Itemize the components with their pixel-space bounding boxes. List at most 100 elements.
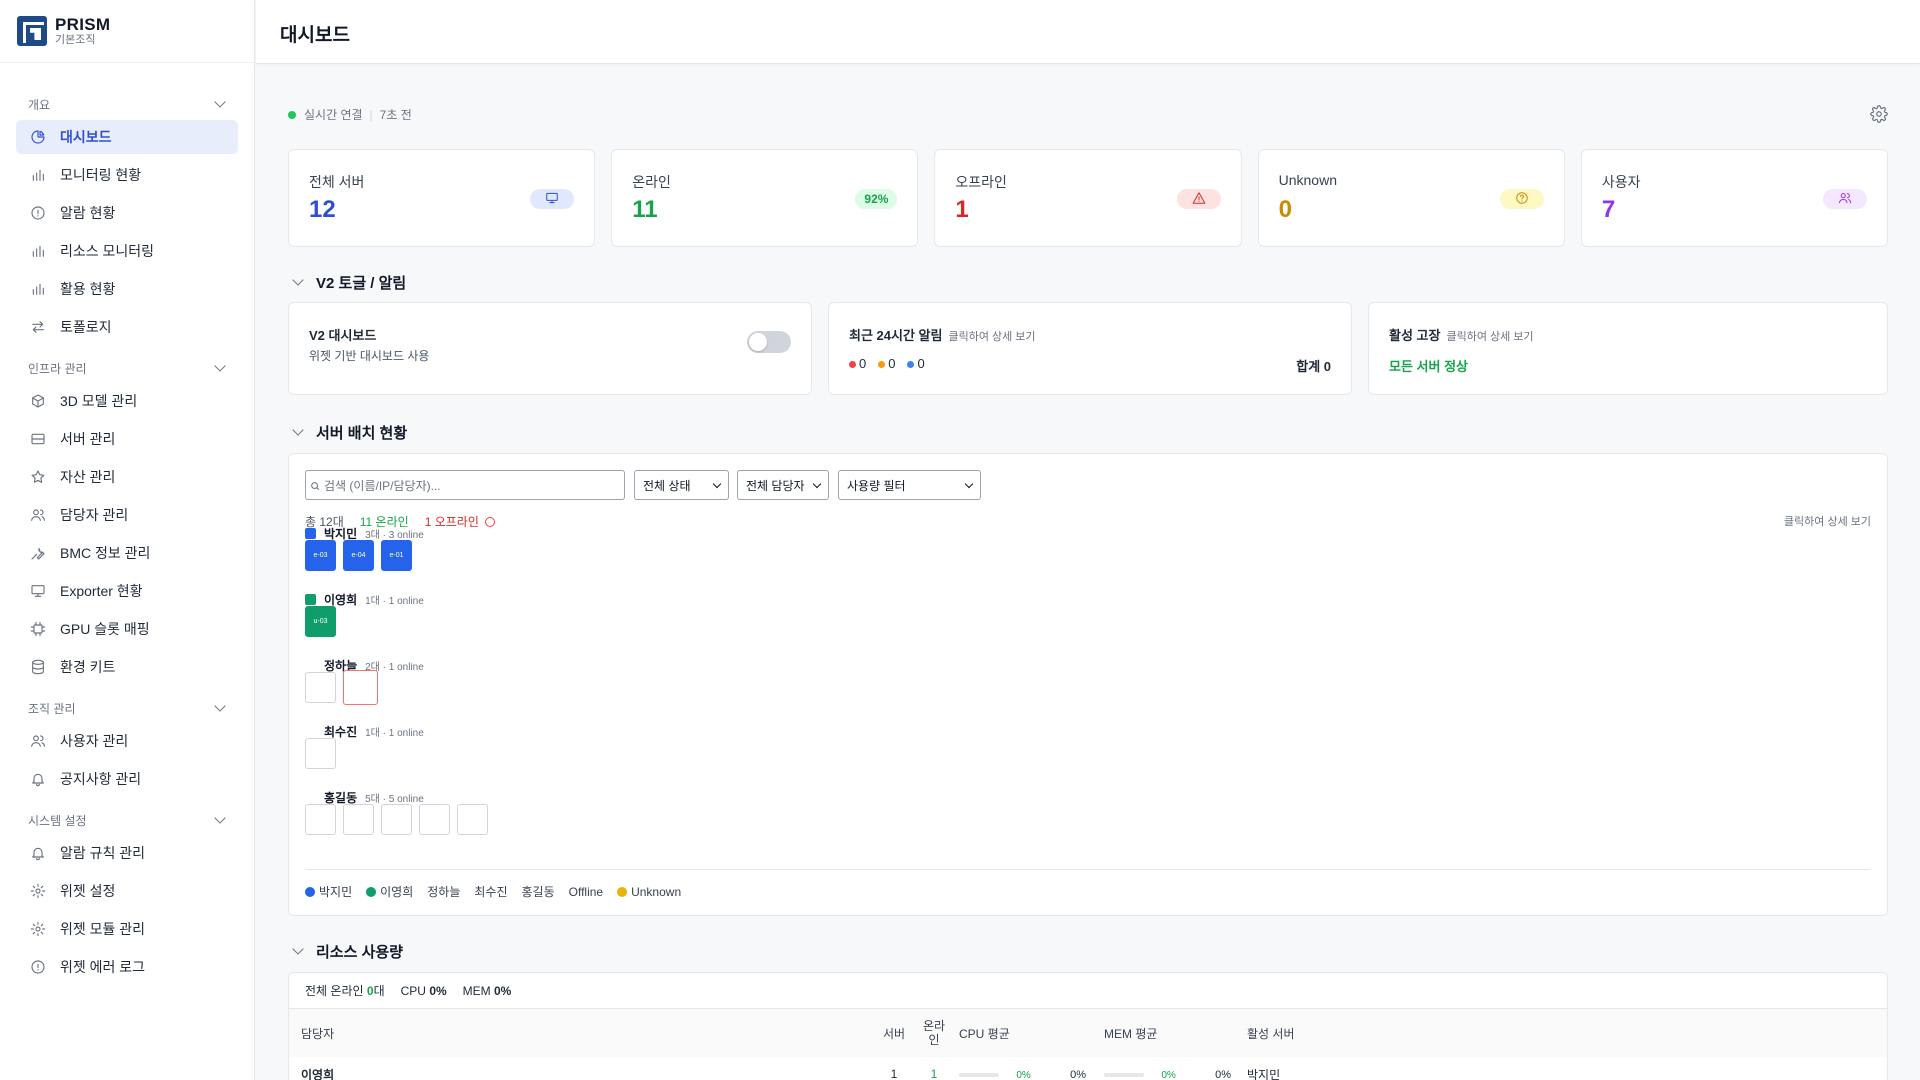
legend-label: 정하늘	[427, 885, 461, 899]
sidebar-item[interactable]: 활용 현황	[16, 272, 238, 306]
sidebar-item[interactable]: Exporter 현황	[16, 574, 238, 608]
chevron-down-icon	[214, 96, 226, 108]
server-tile[interactable]: e-01	[381, 540, 412, 571]
search-icon	[311, 482, 320, 491]
legend-label: 이영희	[380, 885, 414, 899]
online-summary-unit: 대	[373, 984, 385, 998]
search-placeholder: 검색 (이름/IP/담당자)...	[324, 478, 441, 493]
resource-table: 담당자 서버 온라인 CPU 평균 MEM 평균 활성 서버 이영희 1 1 0…	[289, 1009, 1887, 1080]
swap-arrows-icon	[30, 319, 46, 335]
brand-org: 기본조직	[55, 34, 96, 46]
server-tile[interactable]	[457, 804, 488, 835]
sidebar-item[interactable]: BMC 정보 관리	[16, 536, 238, 570]
brand[interactable]: PRISM 기본조직	[0, 0, 254, 63]
active-faults-card[interactable]: 활성 고장 클릭하여 상세 보기 모든 서버 정상	[1368, 302, 1888, 395]
server-tile[interactable]: u-03	[305, 606, 336, 637]
sidebar-item[interactable]: 담당자 관리	[16, 498, 238, 532]
server-tile[interactable]	[305, 672, 336, 703]
v2-dashboard-desc: 위젯 기반 대시보드 사용	[309, 349, 430, 363]
users-icon	[1838, 191, 1852, 208]
row-mem-val: 0%	[1215, 1069, 1232, 1080]
row-active: 박지민	[1247, 1067, 1281, 1080]
stat-card[interactable]: 전체 서버 12	[288, 149, 596, 247]
server-tile[interactable]	[381, 804, 412, 835]
nav-group-header[interactable]: 시스템 설정	[0, 810, 254, 830]
table-row[interactable]: 이영희 1 1 0% 0% 0% 0% 박지민	[289, 1057, 1887, 1080]
resources-section-header[interactable]: 리소스 사용량	[292, 941, 403, 962]
server-placement-panel: 검색 (이름/IP/담당자)... 전체 상태 전체 담당자 사용량 필터 총 …	[288, 453, 1888, 916]
server-tile[interactable]: e-03	[305, 540, 336, 571]
mem-label: MEM	[462, 983, 491, 998]
owner-meta: 1대 · 1 online	[365, 596, 424, 607]
sidebar-item-label: 리소스 모니터링	[60, 243, 155, 259]
nav-group-label: 개요	[28, 97, 51, 112]
sidebar-item[interactable]: GPU 슬롯 매핑	[16, 612, 238, 646]
col-mem-avg: MEM 평균	[1104, 1026, 1158, 1041]
sidebar-item[interactable]: 알람 규칙 관리	[16, 836, 238, 870]
nav-group-header[interactable]: 조직 관리	[0, 698, 254, 718]
chevron-down-icon	[214, 360, 226, 372]
sidebar-item[interactable]: 리소스 모니터링	[16, 234, 238, 268]
owner-filter-select[interactable]: 전체 담당자	[737, 470, 829, 500]
v2-dashboard-toggle[interactable]	[747, 331, 791, 353]
database-icon	[30, 659, 46, 675]
recent-alerts-card[interactable]: 최근 24시간 알림 클릭하여 상세 보기 0 0 0 합계 0	[828, 302, 1352, 395]
sidebar-item[interactable]: 환경 키트	[16, 650, 238, 684]
page-title: 대시보드	[280, 25, 350, 46]
sidebar-item[interactable]: 사용자 관리	[16, 724, 238, 758]
server-tile[interactable]	[305, 804, 336, 835]
stat-card[interactable]: 오프라인 1	[934, 149, 1242, 247]
alert-total: 합계 0	[1296, 359, 1331, 374]
stat-card[interactable]: Unknown 0	[1257, 149, 1565, 247]
legend-swatch	[617, 886, 628, 897]
row-servers: 1	[890, 1067, 898, 1080]
nav-group-header[interactable]: 개요	[0, 94, 254, 114]
server-tile[interactable]	[305, 738, 336, 769]
stat-badge	[1823, 189, 1868, 209]
server-tile[interactable]	[343, 804, 374, 835]
stat-card[interactable]: 온라인 11 92%	[611, 149, 919, 247]
stat-value: 11	[632, 196, 658, 223]
server-tile[interactable]	[343, 670, 378, 705]
sidebar-item[interactable]: 대시보드	[16, 120, 238, 154]
nav-group-header[interactable]: 인프라 관리	[0, 358, 254, 378]
sidebar-item[interactable]: 알람 현황	[16, 196, 238, 230]
sidebar-item[interactable]: 서버 관리	[16, 422, 238, 456]
sidebar-item[interactable]: 3D 모델 관리	[16, 384, 238, 418]
sidebar-item[interactable]: 위젯 에러 로그	[16, 950, 238, 984]
cpu-label: CPU	[400, 983, 426, 998]
v2-section-header[interactable]: V2 토글 / 알림	[292, 272, 406, 293]
stat-card[interactable]: 사용자 7	[1580, 149, 1889, 247]
placement-section-header[interactable]: 서버 배치 현황	[292, 422, 407, 443]
legend-item: 정하늘	[427, 883, 460, 900]
sidebar-item-label: BMC 정보 관리	[60, 545, 151, 561]
col-active-servers: 활성 서버	[1247, 1026, 1295, 1041]
stat-cards: 전체 서버 12 온라인 11 92% 오프라인 1 Unknown 0 사용자 7	[288, 149, 1889, 247]
search-input[interactable]: 검색 (이름/IP/담당자)...	[305, 470, 625, 500]
bell-icon	[30, 845, 46, 861]
legend-label: Offline	[568, 884, 604, 899]
sidebar-item[interactable]: 토폴로지	[16, 310, 238, 344]
alert-circle-icon	[30, 205, 46, 221]
legend-item: 최수진	[474, 883, 507, 900]
server-tile[interactable]	[419, 804, 450, 835]
v2-section-title: V2 토글 / 알림	[316, 275, 407, 292]
sidebar-item[interactable]: 위젯 설정	[16, 874, 238, 908]
status-dot-icon	[288, 110, 296, 119]
placement-hint: 클릭하여 상세 보기	[1783, 516, 1871, 528]
wrench-icon	[30, 545, 46, 561]
sidebar-item[interactable]: 공지사항 관리	[16, 762, 238, 796]
sidebar-item[interactable]: 자산 관리	[16, 460, 238, 494]
sidebar-item-label: 환경 키트	[60, 659, 116, 675]
row-cpu-val: 0%	[1070, 1069, 1087, 1080]
owner-meta: 1대 · 1 online	[365, 728, 424, 739]
sidebar-item[interactable]: 위젯 모듈 관리	[16, 912, 238, 946]
usage-filter-select[interactable]: 사용량 필터	[838, 470, 981, 500]
gear-icon[interactable]	[1870, 105, 1888, 123]
nav-group-label: 시스템 설정	[28, 813, 87, 828]
online-summary-label: 전체 온라인	[305, 984, 364, 998]
sidebar-item[interactable]: 모니터링 현황	[16, 158, 238, 192]
v2-dashboard-title: V2 대시보드	[309, 328, 377, 343]
status-filter-select[interactable]: 전체 상태	[634, 470, 729, 500]
server-tile[interactable]: e-04	[343, 540, 374, 571]
